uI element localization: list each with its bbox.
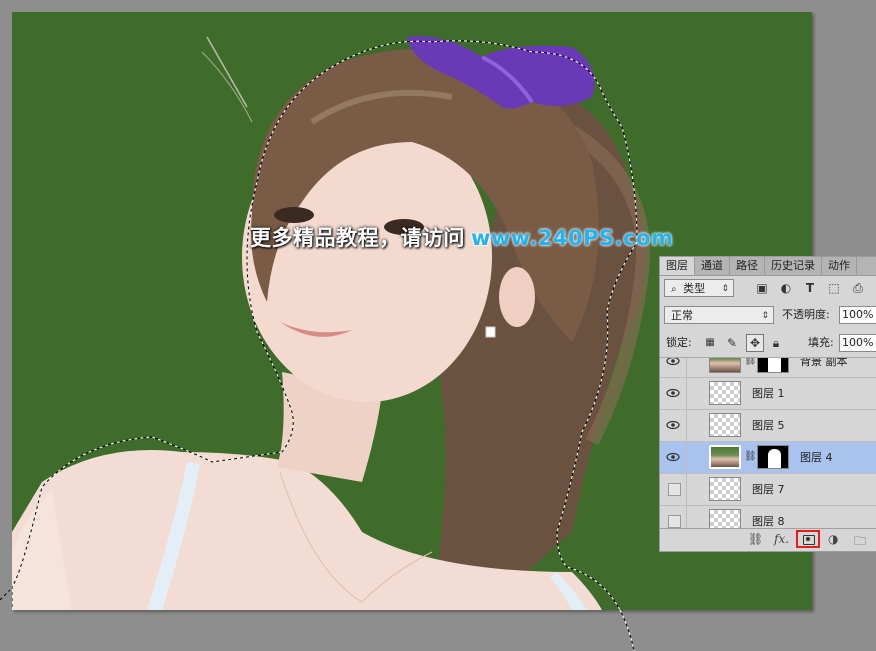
layer-thumbnail xyxy=(709,509,741,529)
lock-row: 锁定: ▦ ✎ ✥ 🔒︎ 填充: 100% xyxy=(660,332,876,354)
lock-label: 锁定: xyxy=(666,336,692,349)
layer-mask-thumbnail[interactable] xyxy=(757,445,789,469)
layer-name: 背景 副本 xyxy=(800,357,848,368)
fill-label: 填充: xyxy=(808,336,834,349)
opacity-label: 不透明度: xyxy=(782,308,830,321)
opacity-input[interactable]: 100% xyxy=(839,306,876,324)
visibility-toggle-off[interactable] xyxy=(668,515,681,528)
fill-input[interactable]: 100% xyxy=(839,334,876,352)
search-icon: ⌕ xyxy=(671,284,677,295)
layer-name: 图层 5 xyxy=(752,419,785,432)
layer-name: 图层 7 xyxy=(752,483,785,496)
layer-row[interactable]: ⛓ 背景 副本 xyxy=(660,357,876,378)
layer-mask-thumbnail[interactable] xyxy=(757,358,789,373)
blend-row: 正常 ⇕ 不透明度: 100% xyxy=(660,304,876,326)
layer-row[interactable]: 图层 8 xyxy=(660,506,876,529)
link-layers-icon[interactable]: ⛓ xyxy=(748,532,763,546)
eye-icon[interactable] xyxy=(666,357,680,368)
eye-icon[interactable] xyxy=(666,450,680,464)
eye-icon[interactable] xyxy=(666,418,680,432)
lock-move-icon[interactable]: ✥ xyxy=(746,334,764,352)
layer-row[interactable]: 图层 7 xyxy=(660,474,876,506)
layer-row[interactable]: 图层 5 xyxy=(660,410,876,442)
add-layer-mask-button[interactable] xyxy=(796,530,820,548)
tab-layers[interactable]: 图层 xyxy=(660,257,695,275)
adjustment-filter-icon[interactable]: ◐ xyxy=(778,280,794,296)
divider xyxy=(686,358,687,377)
blend-mode-select[interactable]: 正常 ⇕ xyxy=(664,306,774,324)
layer-thumbnail xyxy=(709,413,741,437)
layer-thumbnail xyxy=(709,358,741,373)
layer-thumbnail xyxy=(709,477,741,501)
layer-filter-select[interactable]: ⌕ 类型 ⇕ xyxy=(664,279,734,297)
smart-object-filter-icon[interactable]: ⎙ xyxy=(850,280,866,296)
type-filter-icon[interactable]: T xyxy=(802,280,818,296)
filter-type-label: 类型 xyxy=(683,282,706,295)
filter-row: ⌕ 类型 ⇕ ▣ ◐ T ⬚ ⎙ xyxy=(660,277,876,301)
tab-channels[interactable]: 通道 xyxy=(695,257,730,275)
tab-paths[interactable]: 路径 xyxy=(730,257,765,275)
watermark-url: www.240PS.com xyxy=(471,226,674,250)
lock-all-icon[interactable]: 🔒︎ xyxy=(768,335,784,351)
layer-mask-icon xyxy=(803,535,815,545)
select-arrow-icon: ⇕ xyxy=(761,311,769,321)
visibility-toggle-off[interactable] xyxy=(668,483,681,496)
layer-thumbnail xyxy=(709,381,741,405)
shape-filter-icon[interactable]: ⬚ xyxy=(826,280,842,296)
watermark-cn: 更多精品教程，请访问 xyxy=(250,226,465,250)
lock-transparent-icon[interactable]: ▦ xyxy=(702,335,718,351)
panel-tabs: 图层 通道 路径 历史记录 动作 xyxy=(660,257,876,276)
select-arrow-icon: ⇕ xyxy=(721,284,729,294)
divider xyxy=(686,442,687,473)
layer-name: 图层 4 xyxy=(800,451,833,464)
divider xyxy=(686,474,687,505)
tab-history[interactable]: 历史记录 xyxy=(765,257,822,275)
tab-actions[interactable]: 动作 xyxy=(822,257,857,275)
divider xyxy=(686,378,687,409)
layer-name: 图层 1 xyxy=(752,387,785,400)
lock-brush-icon[interactable]: ✎ xyxy=(724,335,740,351)
link-icon[interactable]: ⛓ xyxy=(744,358,757,366)
layers-panel: 图层 通道 路径 历史记录 动作 ⌕ 类型 ⇕ ▣ ◐ T ⬚ ⎙ 正常 ⇕ 不… xyxy=(659,256,876,552)
layer-name: 图层 8 xyxy=(752,515,785,528)
divider xyxy=(686,506,687,529)
fx-button[interactable]: fx. xyxy=(774,532,789,546)
divider xyxy=(686,410,687,441)
blend-mode-value: 正常 xyxy=(671,309,693,322)
layer-thumbnail xyxy=(709,445,741,469)
layers-bottom-bar: ⛓ fx. ◑ 🗀︎ xyxy=(660,528,876,551)
layer-row-selected[interactable]: ⛓ 图层 4 xyxy=(660,442,876,474)
watermark-text: 更多精品教程，请访问 www.240PS.com xyxy=(250,222,673,252)
folder-icon[interactable]: 🗀︎ xyxy=(854,532,866,553)
image-filter-icon[interactable]: ▣ xyxy=(754,280,770,296)
adjustment-layer-icon[interactable]: ◑ xyxy=(828,532,838,546)
eye-icon[interactable] xyxy=(666,386,680,400)
layer-row[interactable]: 图层 1 xyxy=(660,378,876,410)
layers-list: ⛓ 背景 副本 图层 1 图层 5 ⛓ 图层 4 图层 7 图层 8 xyxy=(660,357,876,529)
link-icon[interactable]: ⛓ xyxy=(744,451,757,462)
